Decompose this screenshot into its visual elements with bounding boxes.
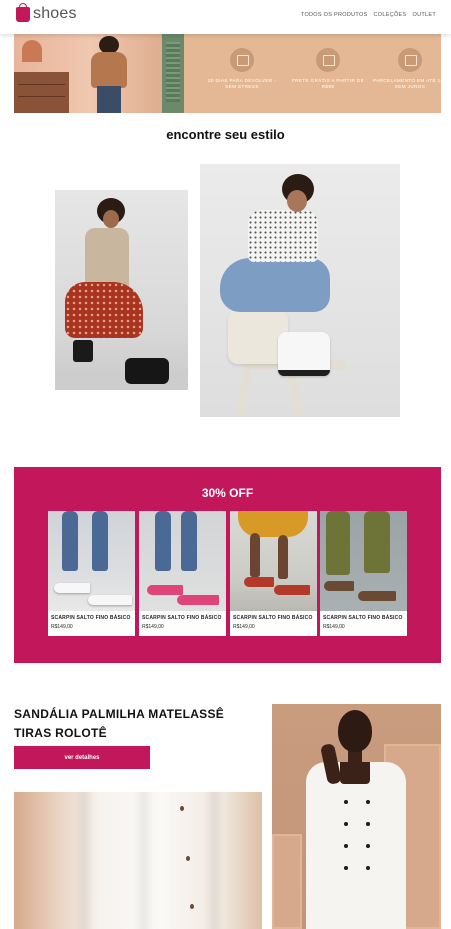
site-header: shoes TODOS OS PRODUTOS COLEÇÕES OUTLET: [0, 0, 451, 34]
hero-banner[interactable]: 30 DIAS PARA DEVOLVER - SEM STRESS FRETE…: [14, 34, 441, 113]
nav-item-outlet[interactable]: OUTLET: [413, 12, 437, 18]
hero-model: [86, 36, 132, 113]
product-image: [320, 511, 407, 611]
product-price: R$149,00: [233, 624, 255, 630]
product-card[interactable]: SCARPIN SALTO FINO BÁSICO R$149,00: [320, 511, 407, 636]
promo-title: 30% OFF: [201, 486, 254, 500]
product-price: R$149,00: [142, 624, 164, 630]
decor-arch: [22, 40, 42, 62]
feature-installments: PARCELAMENTO EM ATÉ 10X SEM JUROS: [370, 48, 441, 90]
feature-photo-left[interactable]: [14, 792, 262, 929]
product-card[interactable]: SCARPIN SALTO FINO BÁSICO R$149,00: [139, 511, 226, 636]
main-nav: TODOS OS PRODUTOS COLEÇÕES OUTLET: [301, 12, 436, 18]
decor-dresser: [14, 72, 69, 113]
hero-features: 30 DIAS PARA DEVOLVER - SEM STRESS FRETE…: [184, 34, 441, 113]
feature-returns: 30 DIAS PARA DEVOLVER - SEM STRESS: [202, 48, 282, 90]
shopping-bag-icon: [16, 2, 30, 22]
nav-item-all-products[interactable]: TODOS OS PRODUTOS: [301, 12, 368, 18]
product-price: R$149,00: [323, 624, 345, 630]
feature-shipping: FRETE GRÁTIS A PARTIR DE R$99: [288, 48, 368, 90]
product-card[interactable]: SCARPIN SALTO FINO BÁSICO R$149,00: [48, 511, 135, 636]
nav-item-collections[interactable]: COLEÇÕES: [374, 12, 407, 18]
truck-icon: [316, 48, 340, 72]
promo-section: 30% OFF SCARPIN SALTO FINO BÁSICO R$149,…: [14, 467, 441, 663]
feature-product-title: SANDÁLIA PALMILHA MATELASSÊ TIRAS ROLOTÊ: [14, 707, 225, 740]
card-icon: [398, 48, 422, 72]
feature-shipping-text: FRETE GRÁTIS A PARTIR DE R$99: [291, 78, 365, 89]
details-button[interactable]: ver detalhes: [14, 746, 150, 769]
product-image: [139, 511, 226, 611]
logo-text: shoes: [33, 5, 77, 22]
feature-returns-text: 30 DIAS PARA DEVOLVER - SEM STRESS: [207, 78, 277, 89]
return-box-icon: [230, 48, 254, 72]
product-name: SCARPIN SALTO FINO BÁSICO: [233, 615, 313, 621]
product-price: R$149,00: [51, 624, 73, 630]
product-card[interactable]: SCARPIN SALTO FINO BÁSICO R$149,00: [230, 511, 317, 636]
style-photo-right[interactable]: [200, 164, 400, 417]
product-image: [48, 511, 135, 611]
product-image: [230, 511, 317, 611]
section-title-style: encontre seu estilo: [166, 127, 285, 142]
product-name: SCARPIN SALTO FINO BÁSICO: [323, 615, 403, 621]
product-name: SCARPIN SALTO FINO BÁSICO: [142, 615, 222, 621]
logo[interactable]: shoes: [16, 2, 77, 23]
decor-door: [162, 34, 184, 113]
hero-photo: [14, 34, 184, 113]
product-name: SCARPIN SALTO FINO BÁSICO: [51, 615, 131, 621]
style-photo-left[interactable]: [55, 190, 188, 390]
feature-photo-right[interactable]: [272, 704, 441, 929]
feature-installments-text: PARCELAMENTO EM ATÉ 10X SEM JUROS: [372, 78, 441, 89]
